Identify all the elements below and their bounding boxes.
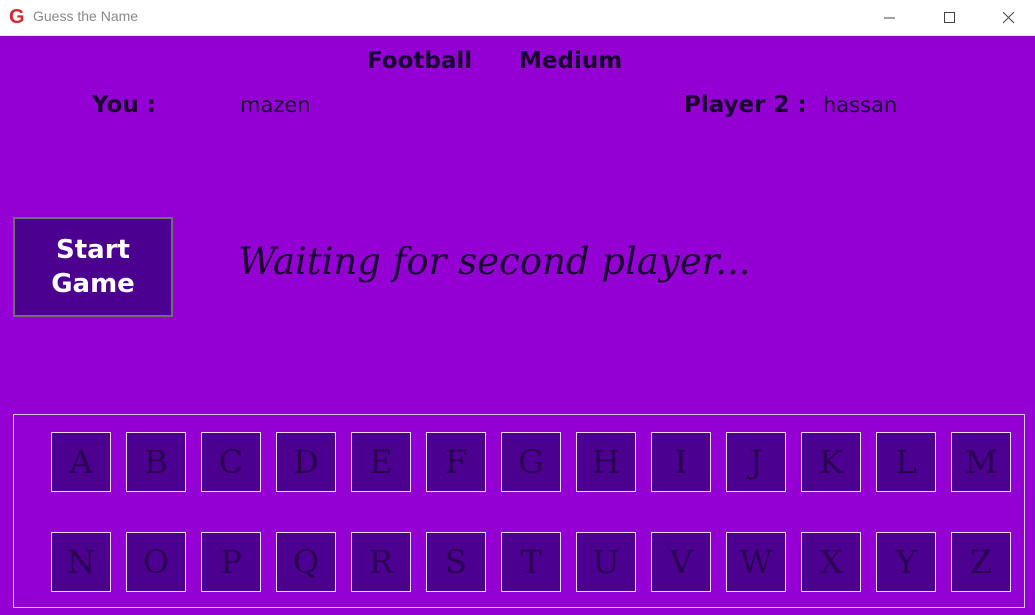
letter-key-r[interactable]: R xyxy=(351,532,411,592)
close-button[interactable] xyxy=(986,0,1032,35)
letter-key-d[interactable]: D xyxy=(276,432,336,492)
letter-key-g[interactable]: G xyxy=(501,432,561,492)
maximize-icon xyxy=(944,11,955,23)
minimize-button[interactable] xyxy=(867,0,913,35)
letter-key-u[interactable]: U xyxy=(576,532,636,592)
maximize-button[interactable] xyxy=(927,0,973,35)
letter-keyboard: ABCDEFGHIJKLM NOPQRSTUVWXYZ xyxy=(13,414,1025,608)
letter-key-b[interactable]: B xyxy=(126,432,186,492)
minimize-icon xyxy=(884,17,895,18)
letter-key-c[interactable]: C xyxy=(201,432,261,492)
you-name: mazen xyxy=(240,93,311,117)
game-panel: Football Medium You : mazen Player 2 : h… xyxy=(0,36,1035,615)
letter-key-k[interactable]: K xyxy=(801,432,861,492)
start-button-line2: Game xyxy=(51,269,135,299)
letter-key-y[interactable]: Y xyxy=(876,532,936,592)
letter-key-j[interactable]: J xyxy=(726,432,786,492)
letter-key-v[interactable]: V xyxy=(651,532,711,592)
letter-key-o[interactable]: O xyxy=(126,532,186,592)
window-title: Guess the Name xyxy=(33,8,139,24)
letter-key-q[interactable]: Q xyxy=(276,532,336,592)
start-button-line1: Start xyxy=(56,235,130,265)
you-label: You : xyxy=(92,92,156,118)
category-label: Football xyxy=(367,48,473,74)
letter-key-f[interactable]: F xyxy=(426,432,486,492)
letter-key-x[interactable]: X xyxy=(801,532,861,592)
letter-key-w[interactable]: W xyxy=(726,532,786,592)
title-bar: G Guess the Name xyxy=(0,0,1035,36)
player2-label: Player 2 : xyxy=(684,92,807,118)
difficulty-label: Medium xyxy=(519,48,623,74)
letter-key-s[interactable]: S xyxy=(426,532,486,592)
letter-key-t[interactable]: T xyxy=(501,532,561,592)
letter-key-h[interactable]: H xyxy=(576,432,636,492)
start-game-button[interactable]: Start Game xyxy=(13,217,173,317)
letter-key-a[interactable]: A xyxy=(51,432,111,492)
letter-key-m[interactable]: M xyxy=(951,432,1011,492)
letter-key-e[interactable]: E xyxy=(351,432,411,492)
letter-key-i[interactable]: I xyxy=(651,432,711,492)
app-logo-icon: G xyxy=(9,6,25,28)
letter-key-z[interactable]: Z xyxy=(951,532,1011,592)
player2-name: hassan xyxy=(823,93,898,117)
letter-key-n[interactable]: N xyxy=(51,532,111,592)
close-icon xyxy=(1003,11,1015,23)
status-message: Waiting for second player... xyxy=(238,240,751,283)
letter-key-l[interactable]: L xyxy=(876,432,936,492)
letter-key-p[interactable]: P xyxy=(201,532,261,592)
